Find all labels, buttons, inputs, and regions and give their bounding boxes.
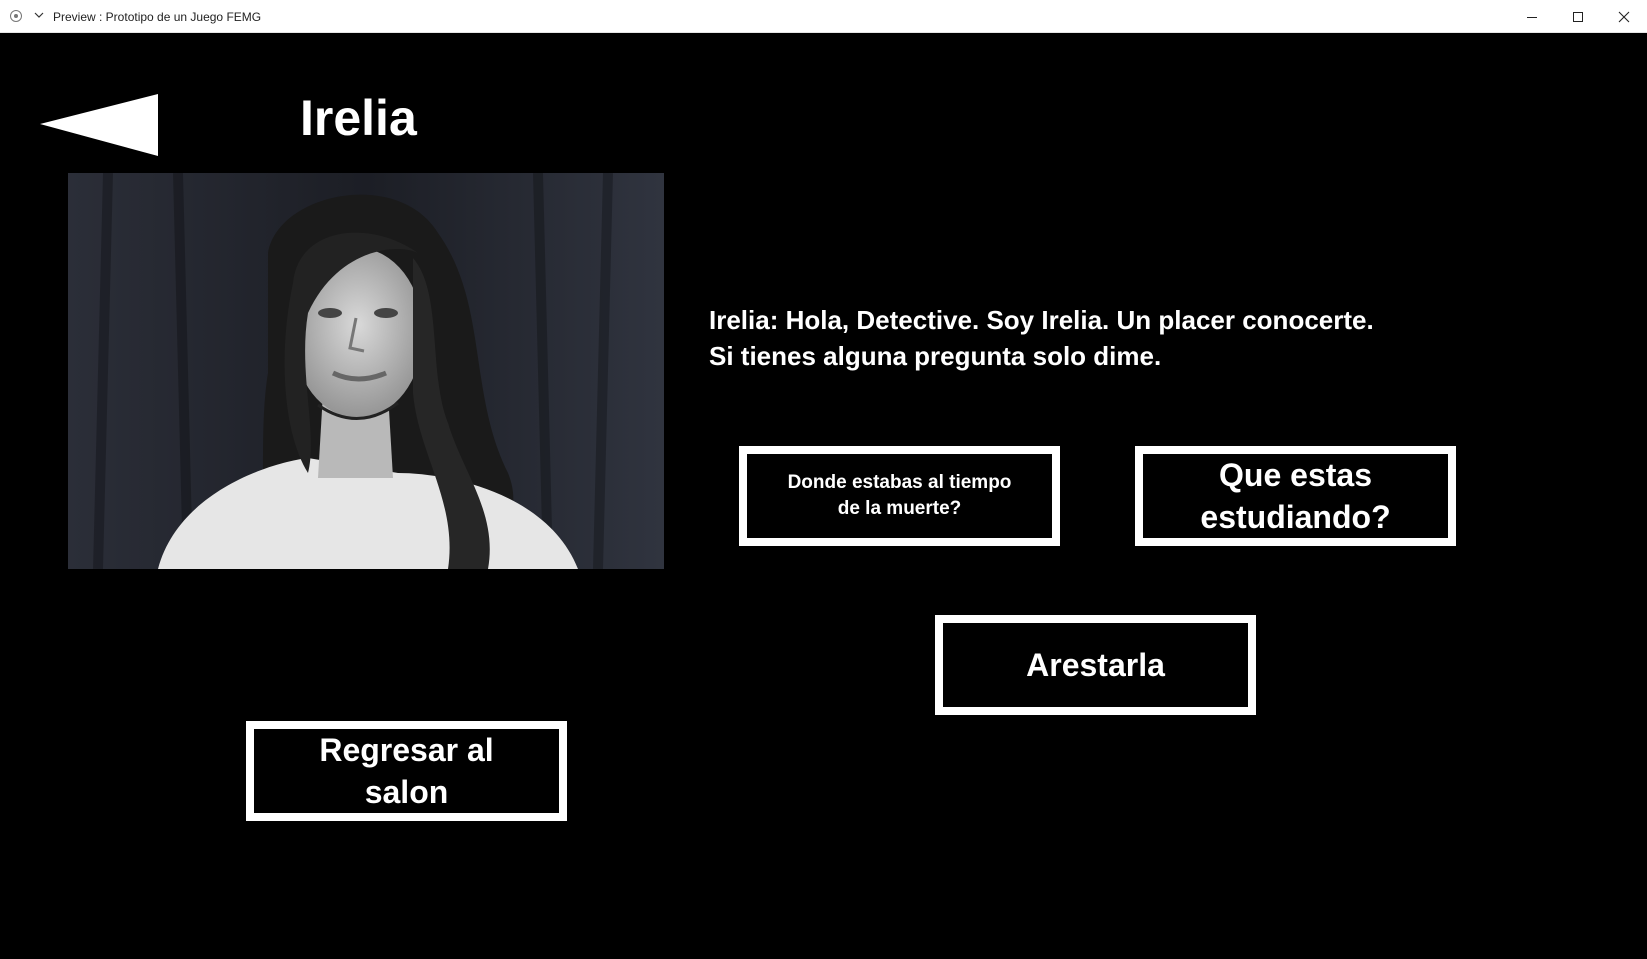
return-to-salon-label: Regresar al salon [319, 732, 494, 810]
minimize-icon [1527, 16, 1537, 18]
maximize-button[interactable] [1555, 0, 1601, 33]
ask-studying-label: Que estas estudiando? [1200, 457, 1391, 535]
minimize-button[interactable] [1509, 0, 1555, 33]
character-portrait [68, 173, 664, 569]
maximize-icon [1573, 11, 1583, 22]
app-icon [10, 10, 22, 22]
dialogue-line-2: Si tienes alguna pregunta solo dime. [709, 341, 1162, 371]
back-arrow-icon[interactable] [40, 94, 158, 156]
arrest-button[interactable]: Arestarla [935, 615, 1256, 715]
close-icon [1618, 11, 1630, 22]
close-button[interactable] [1601, 0, 1647, 33]
game-window: Preview : Prototipo de un Juego FEMG Ire… [0, 0, 1647, 959]
title-bar: Preview : Prototipo de un Juego FEMG [0, 0, 1647, 33]
arrest-label: Arestarla [1026, 647, 1165, 683]
ask-where-button[interactable]: Donde estabas al tiempo de la muerte? [739, 446, 1060, 546]
dialogue-text: Irelia: Hola, Detective. Soy Irelia. Un … [709, 302, 1559, 374]
ask-where-label: Donde estabas al tiempo de la muerte? [787, 472, 1012, 519]
character-name: Irelia [300, 90, 417, 146]
return-to-salon-button[interactable]: Regresar al salon [246, 721, 567, 821]
chevron-down-icon[interactable] [32, 8, 46, 22]
dialogue-line-1: Irelia: Hola, Detective. Soy Irelia. Un … [709, 305, 1374, 335]
ask-studying-button[interactable]: Que estas estudiando? [1135, 446, 1456, 546]
window-title: Preview : Prototipo de un Juego FEMG [53, 10, 262, 24]
